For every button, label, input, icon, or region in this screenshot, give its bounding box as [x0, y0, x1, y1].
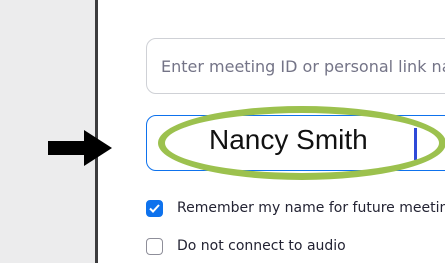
- right-arrow-icon: [48, 130, 112, 166]
- remember-name-label: Remember my name for future meetings: [177, 200, 445, 216]
- remember-name-option[interactable]: Remember my name for future meetings: [146, 197, 445, 219]
- remember-name-checkbox[interactable]: [146, 199, 163, 217]
- meeting-id-input[interactable]: [146, 38, 445, 94]
- no-audio-checkbox[interactable]: [146, 237, 163, 255]
- no-audio-label: Do not connect to audio: [177, 238, 346, 254]
- highlight-ellipse-annotation: [158, 106, 445, 180]
- no-audio-option[interactable]: Do not connect to audio: [146, 235, 346, 257]
- checkmark-icon: [149, 203, 160, 213]
